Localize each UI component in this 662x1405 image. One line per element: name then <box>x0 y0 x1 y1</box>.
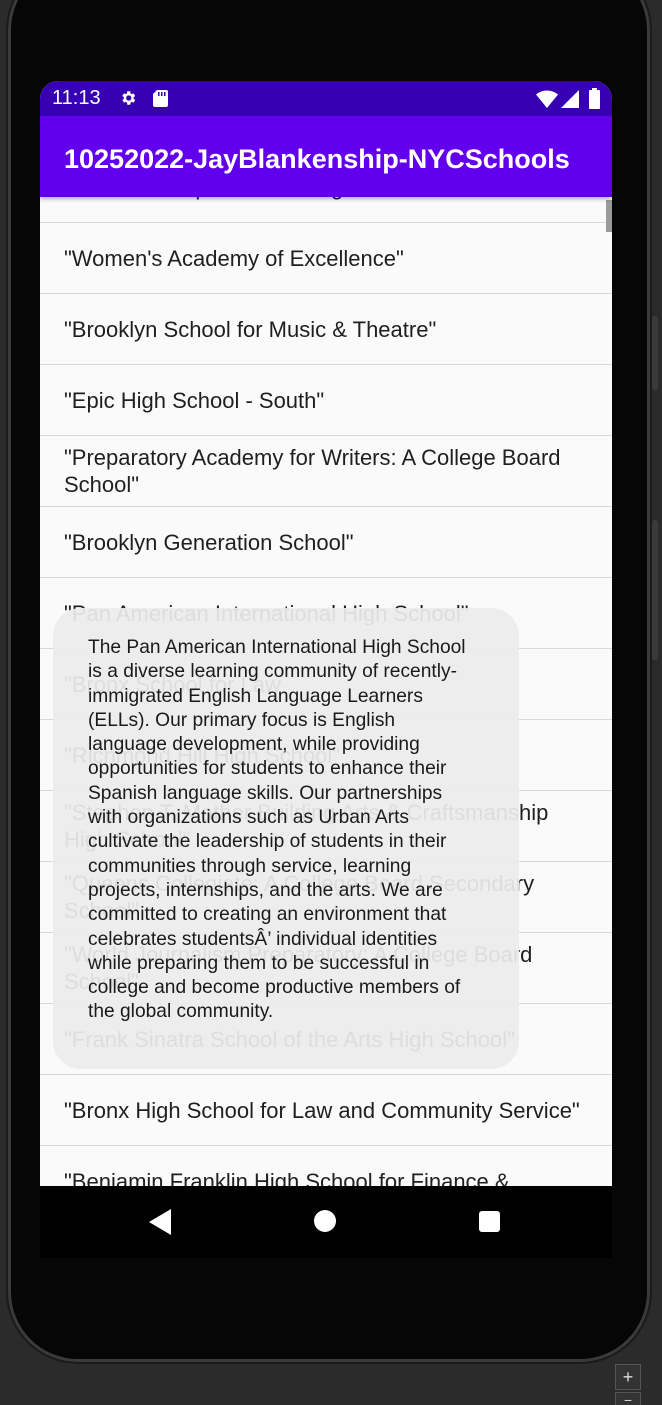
school-name: "Epic High School - South" <box>64 387 325 413</box>
home-icon[interactable] <box>314 1210 336 1232</box>
volume-button[interactable] <box>652 520 658 660</box>
school-list-item[interactable]: "Epic High School - South" <box>40 365 612 436</box>
sd-card-icon <box>153 90 168 107</box>
app-bar: 10252022-JayBlankenship-NYCSchools <box>40 116 612 197</box>
school-list-item[interactable]: "Benjamin Franklin High School for Finan… <box>40 1146 612 1187</box>
school-list-item[interactable]: "Women's Academy of Excellence" <box>40 223 612 294</box>
school-list-item[interactable]: "Preparatory Academy for Writers: A Coll… <box>40 436 612 507</box>
toast-text: The Pan American International High Scho… <box>88 637 466 1023</box>
school-overview-toast: The Pan American International High Scho… <box>53 608 519 1069</box>
recents-icon[interactable] <box>479 1211 500 1232</box>
zoom-in-button[interactable]: + <box>615 1364 641 1390</box>
school-list-item[interactable]: "Bronx High School for Law and Community… <box>40 1075 612 1146</box>
gear-icon <box>122 91 136 105</box>
wifi-icon <box>536 90 558 108</box>
status-bar: 11:13 <box>40 81 612 116</box>
battery-icon <box>589 88 600 109</box>
back-icon[interactable] <box>149 1209 171 1235</box>
school-name: "Liberation Diploma Plus High School" <box>64 197 437 201</box>
school-name: "Brooklyn Generation School" <box>64 529 354 555</box>
app-title: 10252022-JayBlankenship-NYCSchools <box>64 144 570 174</box>
school-list-item[interactable]: "Brooklyn School for Music & Theatre" <box>40 294 612 365</box>
school-name: "Preparatory Academy for Writers: A Coll… <box>64 445 561 497</box>
power-button[interactable] <box>652 316 658 390</box>
school-list-item[interactable]: "Brooklyn Generation School" <box>40 507 612 578</box>
school-name: "Benjamin Franklin High School for Finan… <box>64 1168 510 1187</box>
school-name: "Women's Academy of Excellence" <box>64 245 404 271</box>
signal-icon <box>561 90 579 108</box>
navigation-bar <box>40 1186 612 1258</box>
scrollbar-thumb[interactable] <box>606 200 612 232</box>
zoom-out-button[interactable]: − <box>615 1392 641 1405</box>
school-list-item[interactable]: "Liberation Diploma Plus High School" <box>40 197 612 223</box>
school-name: "Bronx High School for Law and Community… <box>64 1097 580 1123</box>
status-time: 11:13 <box>52 87 101 109</box>
school-name: "Brooklyn School for Music & Theatre" <box>64 316 437 342</box>
